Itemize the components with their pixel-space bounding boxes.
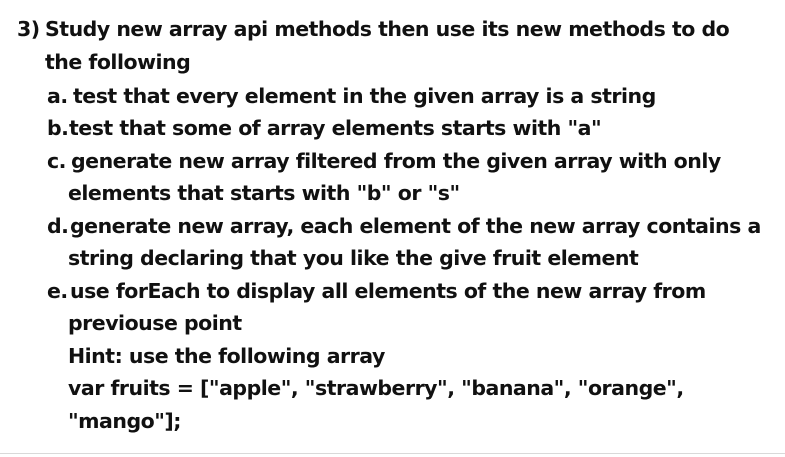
item-b-text: test that some of array elements starts …	[69, 116, 602, 140]
item-d-marker: d.	[47, 214, 69, 238]
item-d-text-line-1: generate new array, each element of the …	[70, 214, 761, 238]
item-d-text-line-2: string declaring that you like the give …	[68, 246, 639, 270]
code-line-1: var fruits = ["apple", "strawberry", "ba…	[68, 376, 684, 400]
item-c-marker: c.	[47, 149, 66, 173]
assignment-question: 3) Study new array api methods then use …	[0, 0, 785, 457]
question-title-line-2: the following	[45, 50, 191, 74]
question-number: 3)	[17, 17, 40, 41]
item-e-text-line-2: previouse point	[68, 311, 242, 335]
question-title-line-1: Study new array api methods then use its…	[45, 17, 730, 41]
item-b-marker: b.	[47, 116, 69, 140]
item-a-marker: a.	[47, 84, 68, 108]
item-e-text-line-1: use forEach to display all elements of t…	[70, 279, 706, 303]
item-c-text-line-1: generate new array filtered from the giv…	[71, 149, 721, 173]
code-line-2: "mango"];	[68, 409, 181, 433]
item-e-marker: e.	[47, 279, 68, 303]
item-c-text-line-2: elements that starts with "b" or "s"	[68, 181, 460, 205]
bottom-divider	[0, 453, 785, 454]
hint-text: Hint: use the following array	[68, 344, 385, 368]
item-a-text: test that every element in the given arr…	[73, 84, 656, 108]
